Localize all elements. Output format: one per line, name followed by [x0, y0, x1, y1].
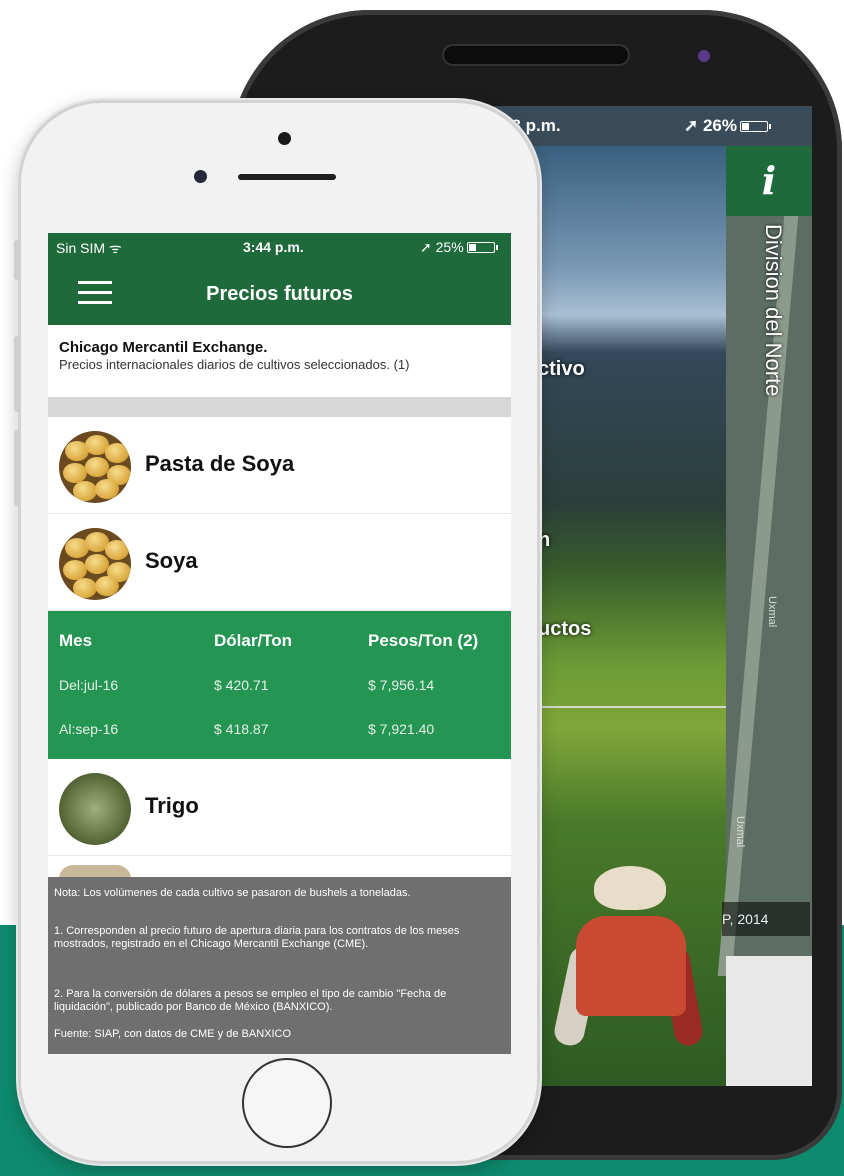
- crop-name: Soya: [145, 548, 198, 573]
- note-source: Fuente: SIAP, con datos de CME y de BANX…: [54, 1028, 292, 1040]
- map-street-label-3: Uxmal: [734, 816, 746, 848]
- farmer-figure: [551, 866, 705, 1086]
- status-battery: ➚ 25%: [420, 239, 498, 256]
- exchange-header: Chicago Mercantil Exchange. Precios inte…: [48, 325, 511, 417]
- crop-item-pasta-de-soya[interactable]: Pasta de Soya: [48, 417, 511, 514]
- note-1: 1. Corresponden al precio futuro de aper…: [54, 925, 460, 950]
- battery-icon: [740, 121, 771, 132]
- info-button[interactable]: i: [726, 146, 812, 216]
- notes-panel: Nota: Los volúmenes de cada cultivo se p…: [48, 877, 511, 1054]
- status-time: 3:44 p.m.: [243, 239, 304, 255]
- crop-name: Pasta de Soya: [145, 451, 295, 476]
- carrier-label: Sin SIM ᯤ: [56, 240, 122, 256]
- crop-item-soya[interactable]: Soya: [48, 514, 511, 611]
- front-camera: [278, 132, 291, 145]
- note-units: Nota: Los volúmenes de cada cultivo se p…: [54, 887, 411, 899]
- battery-icon: [466, 242, 498, 253]
- page-title: Precios futuros: [206, 283, 353, 305]
- exchange-subtitle: Precios internacionales diarios de culti…: [59, 357, 410, 372]
- app-bar: Precios futuros: [48, 261, 511, 325]
- table-cell: Del:jul-16: [59, 677, 119, 693]
- crop-item-trigo[interactable]: Trigo: [48, 759, 511, 856]
- map-copyright: P, 2014: [722, 902, 810, 936]
- section-divider: [48, 397, 511, 417]
- map-panel[interactable]: Division del Norte Uxmal Uxmal P, 2014 c…: [717, 216, 812, 1086]
- col-header-dolar: Dólar/Ton: [214, 631, 293, 650]
- home-button[interactable]: [242, 1058, 332, 1148]
- wheat-icon: [59, 773, 131, 845]
- android-camera: [698, 50, 710, 62]
- menu-item-1[interactable]: ctivo: [538, 358, 585, 381]
- map-street-label-2: Uxmal: [766, 596, 778, 628]
- crop-name: Trigo: [145, 793, 199, 818]
- menu-item-3[interactable]: uctos: [538, 618, 591, 641]
- volume-up-button: [14, 336, 20, 412]
- soybean-icon: [59, 431, 131, 503]
- android-speaker: [442, 44, 630, 66]
- col-header-pesos: Pesos/Ton (2): [368, 631, 479, 650]
- col-header-mes: Mes: [59, 631, 93, 650]
- soybean-icon: [59, 528, 131, 600]
- location-arrow-icon: ➚: [420, 239, 432, 255]
- table-cell: $ 7,956.14: [368, 677, 435, 693]
- proximity-sensor: [194, 170, 207, 183]
- status-bar: Sin SIM ᯤ 3:44 p.m. ➚ 25%: [48, 233, 511, 261]
- table-cell: $ 420.71: [214, 677, 269, 693]
- note-2: 2. Para la conversión de dólares a pesos…: [54, 988, 447, 1013]
- table-cell: Al:sep-16: [59, 721, 119, 737]
- mute-switch: [14, 240, 20, 280]
- iphone-screen: Sin SIM ᯤ 3:44 p.m. ➚ 25% Precios futuro…: [48, 233, 511, 1054]
- table-cell: $ 7,921.40: [368, 721, 435, 737]
- map-bottom-panel: cipio: [726, 956, 812, 1086]
- wifi-icon: ᯤ: [108, 240, 122, 256]
- android-status-battery: ➚ 26%: [684, 116, 771, 136]
- exchange-title: Chicago Mercantil Exchange.: [59, 339, 268, 356]
- map-road: [717, 216, 799, 976]
- earpiece-speaker: [238, 174, 336, 180]
- table-cell: $ 418.87: [214, 721, 269, 737]
- price-table: Mes Dólar/Ton Pesos/Ton (2) Del:jul-16 $…: [48, 611, 511, 759]
- map-street-label: Division del Norte: [761, 224, 786, 397]
- volume-down-button: [14, 430, 20, 506]
